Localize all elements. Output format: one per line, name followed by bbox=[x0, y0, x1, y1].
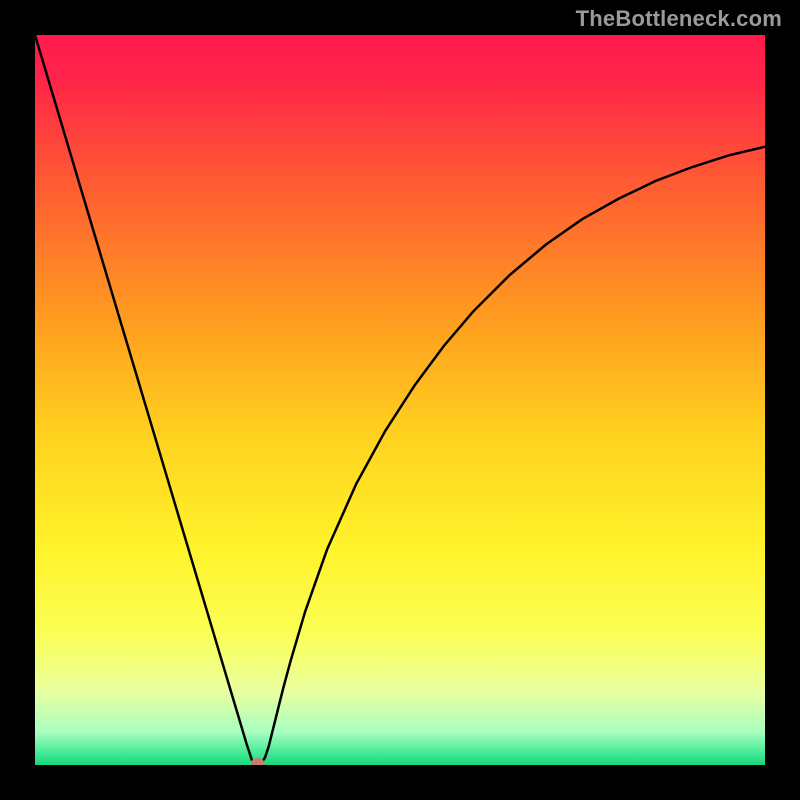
watermark-text: TheBottleneck.com bbox=[576, 6, 782, 32]
chart-frame: TheBottleneck.com bbox=[0, 0, 800, 800]
plot-area bbox=[35, 35, 765, 765]
bottleneck-chart bbox=[35, 35, 765, 765]
